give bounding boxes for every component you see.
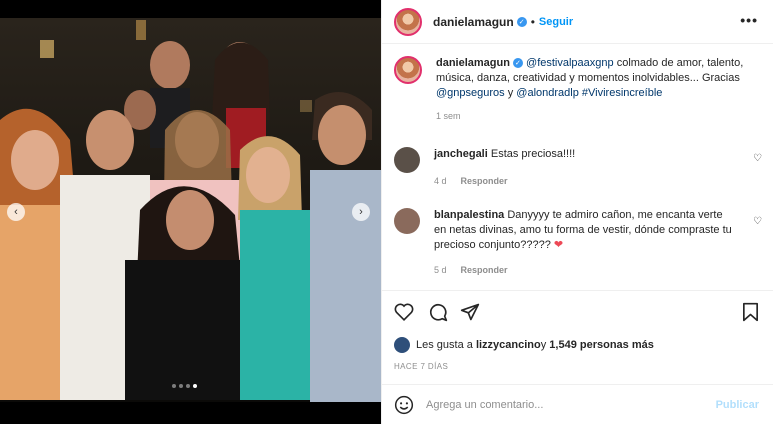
like-comment-heart-icon[interactable]: ♡ [753,216,762,227]
likes-summary: Les gusta a lizzycancino y 1,549 persona… [394,337,654,353]
carousel-dot [172,384,176,388]
caption-body: danielamagun ✓ @festivalpaaxgnp colmado d… [436,56,762,124]
post-age[interactable]: HACE 7 DÍAS [394,362,448,371]
comment-username[interactable]: blanpalestina [434,209,504,221]
commenter-avatar[interactable] [394,208,420,234]
mention-gnpseguros[interactable]: @gnpseguros [436,87,505,99]
separator-dot: • [530,14,535,29]
liker-avatar[interactable] [394,337,410,353]
author-avatar[interactable] [394,7,422,36]
post-header: danielamagun ✓ • Seguir ••• [382,0,773,44]
post-caption: danielamagun ✓ @festivalpaaxgnp colmado d… [394,56,762,124]
add-comment-bar: Publicar [382,384,773,424]
carousel-dot-active [193,384,197,388]
carousel-dot [186,384,190,388]
comment-time[interactable]: 4 d [434,176,447,186]
comment-input[interactable] [426,398,706,411]
save-bookmark-icon[interactable] [742,302,759,322]
publish-button[interactable]: Publicar [716,399,759,411]
carousel-dot [179,384,183,388]
likes-mid: y [540,339,547,351]
more-options-icon[interactable]: ••• [740,12,758,28]
caption-meta: 1 sem [436,109,762,124]
chevron-right-icon: › [359,206,363,218]
post-photo[interactable]: ‹ › [0,0,381,424]
comment-meta: 5 d Responder [434,263,734,278]
chevron-left-icon: ‹ [14,206,18,218]
group-photo-image [0,0,381,424]
author-username[interactable]: danielamagun [433,15,514,29]
caption-text-part-2: y [504,87,517,99]
mention-alondradlp[interactable]: @alondradlp [516,87,579,99]
caption-author-avatar[interactable] [394,56,422,84]
comment-time[interactable]: 5 d [434,265,447,275]
comment-bubble-icon[interactable] [428,302,448,322]
comment-username[interactable]: janchegali [434,148,488,160]
comment-item: janchegali Estas preciosa!!!! 4 d Respond… [394,147,764,189]
caption-username[interactable]: danielamagun [436,57,510,69]
post-details-panel: danielamagun ✓ • Seguir ••• danielamagun… [381,0,773,424]
follow-button[interactable]: Seguir [539,16,573,28]
previous-photo-button[interactable]: ‹ [7,203,25,221]
reply-button[interactable]: Responder [461,265,508,275]
comment-item: blanpalestina Danyyyy te admiro cañon, m… [394,208,764,278]
mention-festivalpaaxgnp[interactable]: @festivalpaaxgnp [526,57,614,69]
verified-badge-icon: ✓ [516,16,527,27]
like-comment-heart-icon[interactable]: ♡ [753,153,762,164]
caption-time[interactable]: 1 sem [436,111,461,121]
hashtag-viviresincreible[interactable]: #Viviresincreíble [582,87,663,99]
red-heart-emoji-icon: ❤ [553,239,564,251]
like-heart-icon[interactable] [394,302,414,321]
carousel-dots [172,384,197,388]
post-actions-bar [382,290,773,335]
likes-prefix: Les gusta a [416,339,473,351]
verified-badge-icon: ✓ [512,58,523,69]
commenter-avatar[interactable] [394,147,420,173]
emoji-smiley-icon[interactable] [394,395,414,415]
reply-button[interactable]: Responder [461,176,508,186]
comment-meta: 4 d Responder [434,174,734,189]
next-photo-button[interactable]: › [352,203,370,221]
liker-username[interactable]: lizzycancino [476,339,541,351]
comment-text: Estas preciosa!!!! [490,148,576,160]
share-paper-plane-icon[interactable] [460,302,480,322]
likes-count[interactable]: 1,549 personas más [549,339,654,351]
comment-body: blanpalestina Danyyyy te admiro cañon, m… [434,208,734,278]
comment-body: janchegali Estas preciosa!!!! 4 d Respond… [434,147,734,189]
